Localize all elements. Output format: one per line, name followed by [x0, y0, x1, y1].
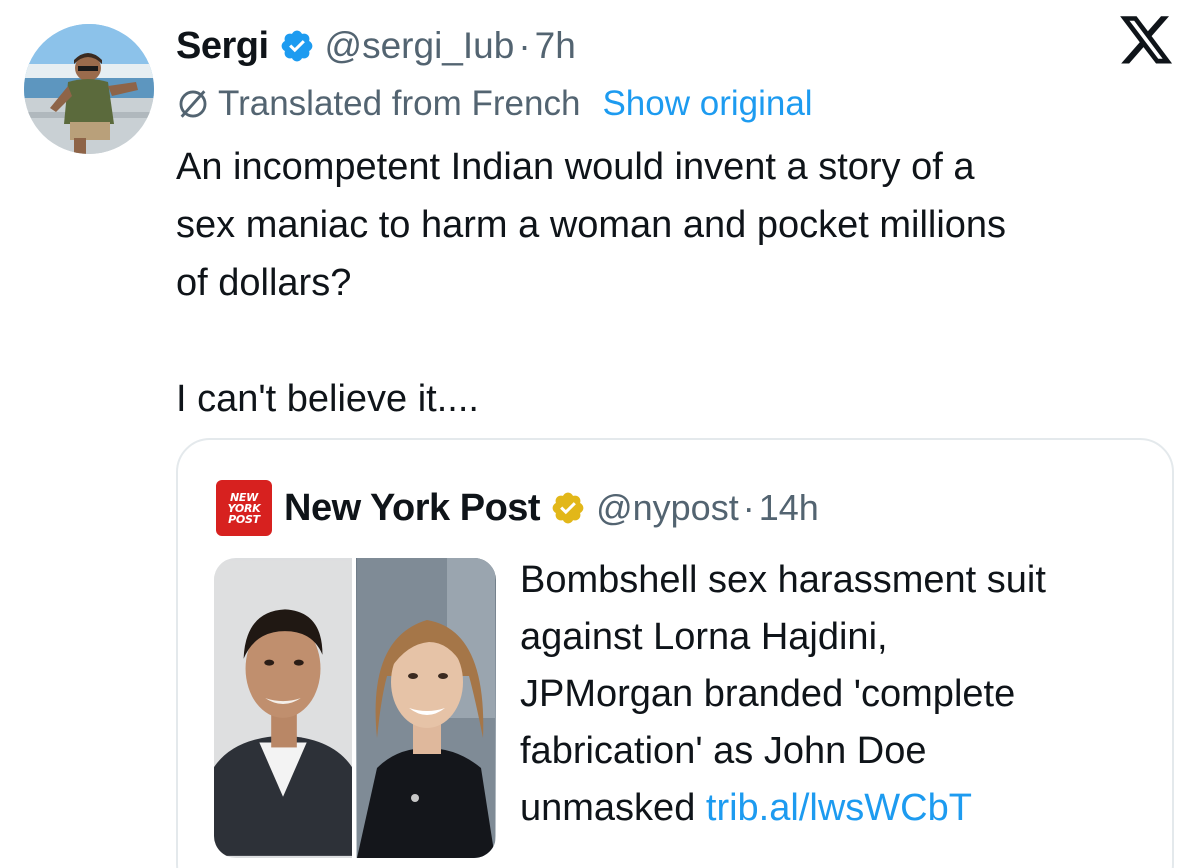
tweet-text-line: An incompetent Indian would invent a sto…: [176, 146, 975, 188]
avatar[interactable]: [24, 24, 154, 154]
quoted-link[interactable]: trib.al/lwsWCbT: [706, 787, 972, 829]
show-original-link[interactable]: Show original: [602, 84, 812, 124]
logo-line: NEW: [230, 490, 258, 504]
tweet-text-line: sex maniac to harm a woman and pocket mi…: [176, 204, 1007, 246]
author-name[interactable]: Sergi: [176, 25, 269, 68]
quoted-tweet-text: Bombshell sex harassment suit against Lo…: [520, 552, 1150, 837]
quoted-text-line: JPMorgan branded 'complete: [520, 673, 1016, 715]
tweet-text-line: I can't believe it....: [176, 378, 479, 420]
quoted-text-line: fabrication' as John Doe: [520, 730, 927, 772]
translated-label: Translated from French: [218, 84, 581, 123]
quoted-tweet-card[interactable]: NEW YORK POST New York Post @nypost · 14…: [176, 438, 1174, 868]
avatar-photo: [24, 24, 154, 154]
portrait-photo-woman: [355, 558, 496, 858]
quoted-text-line: against Lorna Hajdini,: [520, 616, 888, 658]
tweet-text-line: of dollars?: [176, 262, 352, 304]
gold-verified-badge-icon: [550, 490, 586, 526]
portrait-photo-man: [214, 558, 353, 858]
logo-line: YORK: [227, 501, 261, 515]
logo-line: POST: [228, 512, 260, 526]
verified-badge-icon: [279, 28, 315, 64]
quoted-text-prefix: unmasked: [520, 787, 706, 829]
separator-dot: ·: [518, 25, 531, 66]
quoted-author-name[interactable]: New York Post: [284, 487, 541, 530]
quoted-thumbnail[interactable]: [214, 558, 496, 858]
quoted-author-handle[interactable]: @nypost: [596, 487, 739, 529]
quoted-text-line: unmasked trib.al/lwsWCbT: [520, 780, 1150, 837]
translate-icon: [176, 87, 210, 121]
author-handle[interactable]: @sergi_Iub: [325, 25, 515, 67]
nypost-logo[interactable]: NEW YORK POST: [216, 480, 272, 536]
translation-row: Translated from French Show original: [176, 82, 813, 126]
quoted-timestamp[interactable]: 14h: [759, 487, 819, 529]
tweet-text: An incompetent Indian would invent a sto…: [176, 138, 1166, 428]
quoted-text-line: Bombshell sex harassment suit: [520, 559, 1046, 601]
quoted-author-row: NEW YORK POST New York Post @nypost · 14…: [216, 480, 819, 536]
timestamp[interactable]: 7h: [535, 25, 576, 67]
x-logo-icon: [1120, 16, 1174, 66]
author-row: Sergi @sergi_Iub · 7h: [176, 22, 576, 70]
separator-dot: ·: [742, 487, 755, 528]
